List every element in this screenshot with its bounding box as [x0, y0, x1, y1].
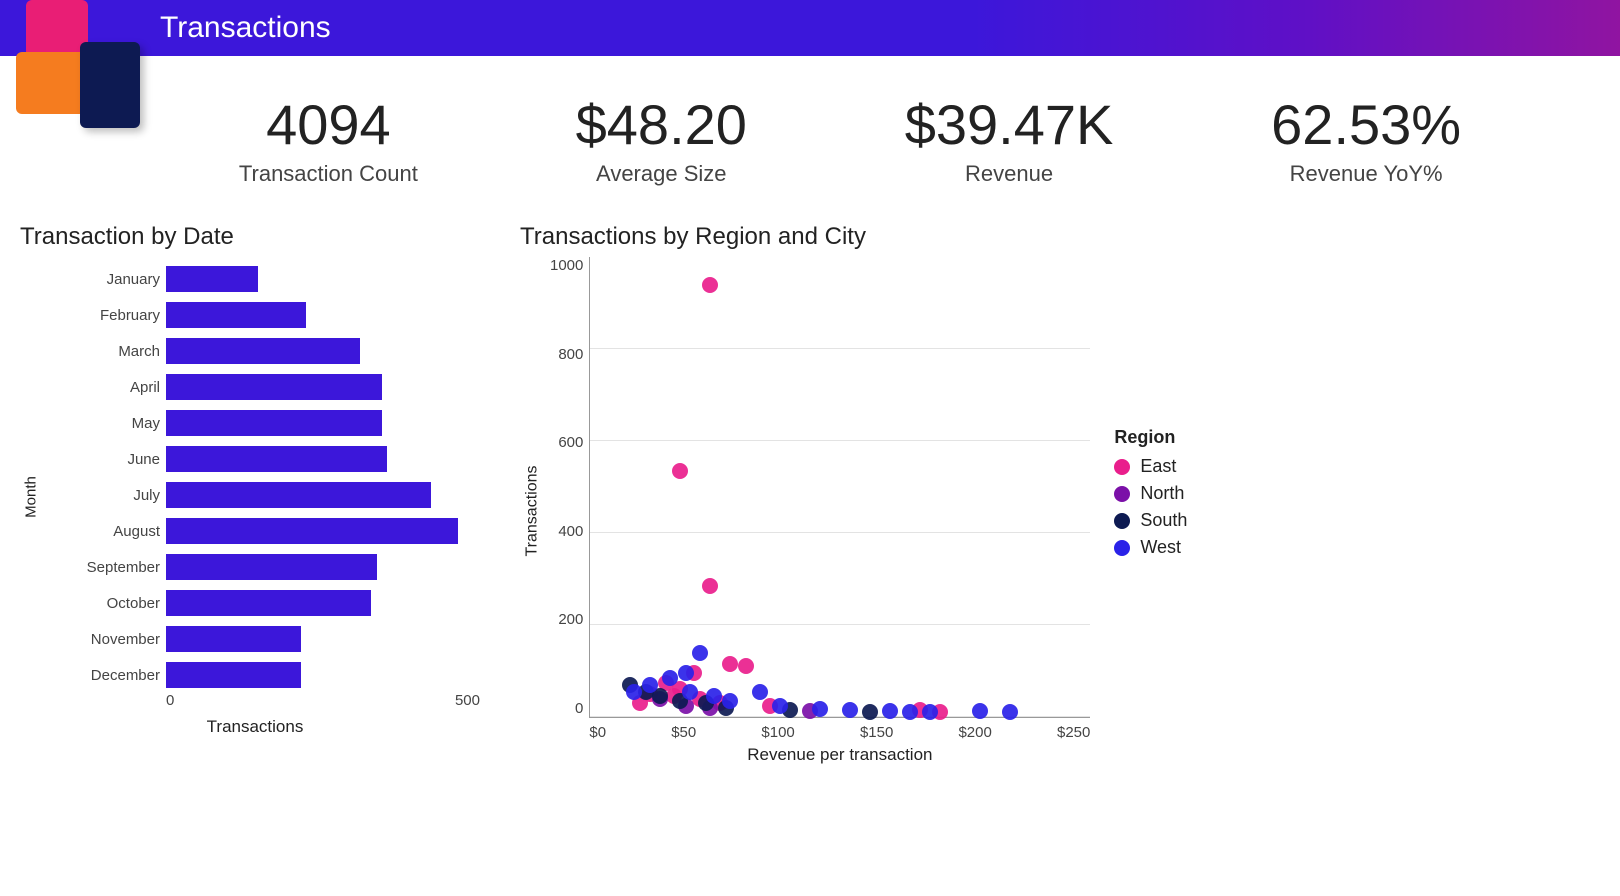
legend-swatch [1114, 459, 1130, 475]
kpi-revenue: $39.47K Revenue [905, 92, 1114, 187]
legend-label: North [1140, 483, 1184, 504]
bar-row: January [64, 261, 490, 297]
scatter-dot[interactable] [862, 704, 878, 720]
legend-title: Region [1114, 427, 1187, 448]
scatter-chart-legend[interactable]: Region East North South West [1114, 427, 1187, 765]
bar-chart[interactable]: Transaction by Date Month January Februar… [20, 223, 490, 765]
scatter-chart-y-axis-title: Transactions [520, 257, 544, 765]
bar-row: February [64, 297, 490, 333]
kpi-value: $48.20 [576, 92, 747, 157]
scatter-dot[interactable] [702, 277, 718, 293]
bar-fill[interactable] [166, 554, 377, 580]
bar-row: July [64, 477, 490, 513]
scatter-dot[interactable] [772, 698, 788, 714]
kpi-label: Revenue YoY% [1271, 161, 1461, 187]
scatter-dot[interactable] [882, 703, 898, 719]
kpi-revenue-yoy: 62.53% Revenue YoY% [1271, 92, 1461, 187]
bar-row: December [64, 657, 490, 693]
bar-chart-title: Transaction by Date [20, 223, 490, 251]
scatter-dot[interactable] [972, 703, 988, 719]
bar-fill[interactable] [166, 266, 258, 292]
scatter-dot[interactable] [672, 463, 688, 479]
scatter-dot[interactable] [752, 684, 768, 700]
scatter-chart-x-ticks: $0$50$100$150$200$250 [589, 718, 1090, 741]
bar-row: June [64, 441, 490, 477]
scatter-dot[interactable] [722, 693, 738, 709]
scatter-dot[interactable] [902, 704, 918, 720]
kpi-label: Average Size [576, 161, 747, 187]
header-bar: Transactions [0, 0, 1620, 56]
bar-chart-x-axis-title: Transactions [20, 717, 490, 737]
scatter-chart-x-axis-title: Revenue per transaction [589, 745, 1090, 765]
scatter-chart-title: Transactions by Region and City [520, 223, 1240, 251]
bar-row: March [64, 333, 490, 369]
bar-chart-x-ticks: 0500 [166, 692, 480, 709]
bar-row: May [64, 405, 490, 441]
bar-row-label: June [64, 451, 166, 468]
scatter-dot[interactable] [722, 656, 738, 672]
bar-fill[interactable] [166, 410, 382, 436]
bar-row: October [64, 585, 490, 621]
bar-row-label: September [64, 559, 166, 576]
kpi-value: 62.53% [1271, 92, 1461, 157]
kpi-average-size: $48.20 Average Size [576, 92, 747, 187]
legend-swatch [1114, 486, 1130, 502]
scatter-dot[interactable] [812, 701, 828, 717]
bar-fill[interactable] [166, 662, 301, 688]
bar-row-label: May [64, 415, 166, 432]
legend-swatch [1114, 513, 1130, 529]
scatter-dot[interactable] [738, 658, 754, 674]
bar-fill[interactable] [166, 338, 360, 364]
kpi-transaction-count: 4094 Transaction Count [239, 92, 418, 187]
page-title: Transactions [0, 0, 1620, 56]
kpi-label: Revenue [905, 161, 1114, 187]
bar-row-label: November [64, 631, 166, 648]
bar-fill[interactable] [166, 482, 431, 508]
bar-chart-y-axis-title: Month [22, 476, 39, 518]
scatter-dot[interactable] [842, 702, 858, 718]
scatter-chart-y-ticks: 10008006004002000 [544, 257, 589, 717]
bar-row-label: December [64, 667, 166, 684]
scatter-chart-plot-area[interactable] [589, 257, 1090, 718]
scatter-dot[interactable] [626, 684, 642, 700]
bar-fill[interactable] [166, 374, 382, 400]
legend-item[interactable]: West [1114, 537, 1187, 558]
scatter-dot[interactable] [702, 578, 718, 594]
legend-item[interactable]: South [1114, 510, 1187, 531]
bar-row: April [64, 369, 490, 405]
kpi-value: $39.47K [905, 92, 1114, 157]
bar-row: November [64, 621, 490, 657]
bar-fill[interactable] [166, 590, 371, 616]
kpi-label: Transaction Count [239, 161, 418, 187]
bar-row-label: January [64, 271, 166, 288]
bar-row-label: March [64, 343, 166, 360]
kpi-row: 4094 Transaction Count $48.20 Average Si… [0, 92, 1620, 187]
bar-fill[interactable] [166, 518, 458, 544]
legend-label: South [1140, 510, 1187, 531]
bar-row: September [64, 549, 490, 585]
legend-item[interactable]: East [1114, 456, 1187, 477]
legend-label: West [1140, 537, 1181, 558]
legend-label: East [1140, 456, 1176, 477]
scatter-dot[interactable] [692, 645, 708, 661]
scatter-dot[interactable] [682, 684, 698, 700]
legend-item[interactable]: North [1114, 483, 1187, 504]
kpi-value: 4094 [239, 92, 418, 157]
bar-row-label: October [64, 595, 166, 612]
bar-fill[interactable] [166, 302, 306, 328]
legend-swatch [1114, 540, 1130, 556]
bar-row-label: February [64, 307, 166, 324]
bar-row: August [64, 513, 490, 549]
charts-row: Transaction by Date Month January Februar… [0, 223, 1620, 765]
bar-row-label: July [64, 487, 166, 504]
scatter-dot[interactable] [1002, 704, 1018, 720]
bar-row-label: April [64, 379, 166, 396]
bar-row-label: August [64, 523, 166, 540]
bar-fill[interactable] [166, 626, 301, 652]
bar-fill[interactable] [166, 446, 387, 472]
scatter-chart[interactable]: Transactions by Region and City Transact… [520, 223, 1240, 765]
